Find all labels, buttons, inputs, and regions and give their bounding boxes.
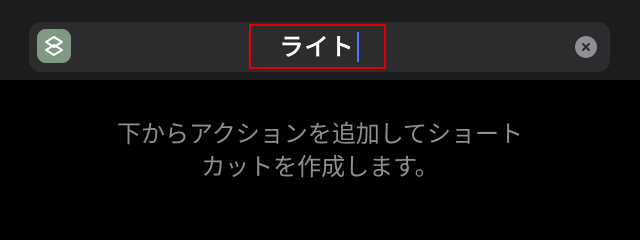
shortcuts-glyph (45, 36, 63, 56)
clear-x-icon (582, 43, 590, 51)
shortcut-name-text: ライト (279, 33, 355, 61)
text-cursor (356, 32, 359, 62)
shortcuts-icon[interactable] (37, 29, 71, 63)
top-bar: ライト (0, 0, 640, 80)
clear-name-button[interactable] (575, 36, 597, 58)
shortcut-name-bar: ライト (29, 22, 610, 72)
shortcut-editor-screen: ライト 下からアクションを追加してショート カットを作成します。 (0, 0, 640, 240)
shortcut-name-input[interactable]: ライト (249, 25, 389, 69)
empty-state-hint: 下からアクションを追加してショート カットを作成します。 (0, 118, 640, 184)
hint-line-2: カットを作成します。 (201, 153, 439, 181)
hint-line-1: 下からアクションを追加してショート (116, 120, 524, 148)
